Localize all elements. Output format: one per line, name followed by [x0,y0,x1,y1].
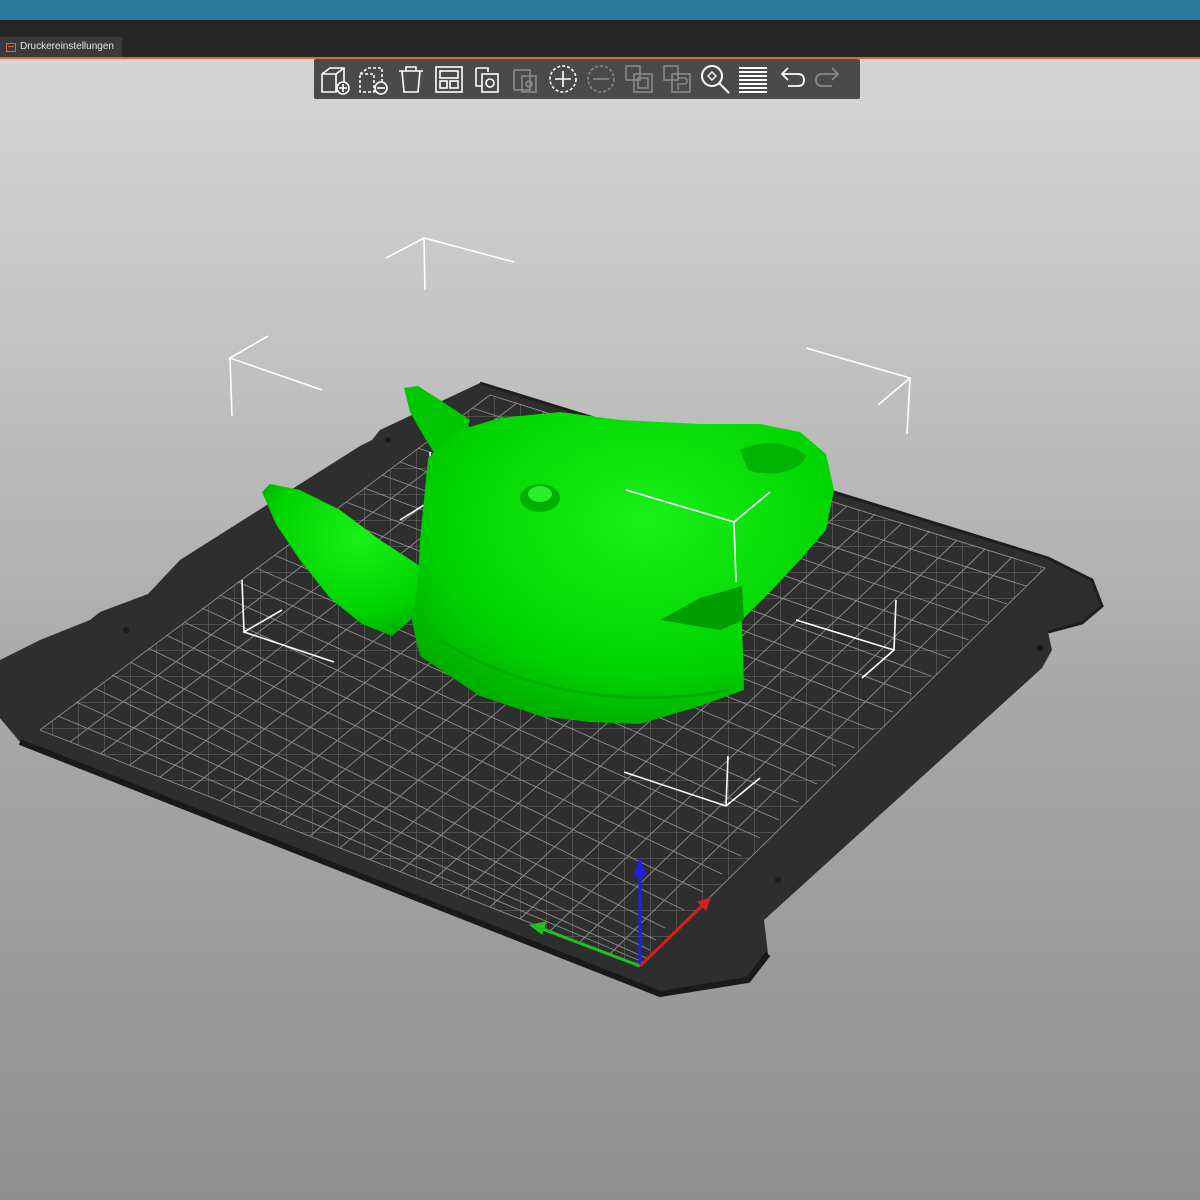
undo-icon [780,67,805,87]
add-cube-icon [321,67,350,95]
split-parts-icon [663,65,691,93]
tab-bar: Druckereinstellungen [0,20,1200,59]
redo-button[interactable] [810,60,848,98]
copy-icon [475,67,499,93]
delete-object-button[interactable] [354,60,392,98]
split-parts-button[interactable] [658,60,696,98]
search-icon [701,65,730,94]
printer-settings-icon [6,42,16,52]
split-objects-button[interactable] [620,60,658,98]
layers-icon [739,67,767,93]
arrange-button[interactable] [430,60,468,98]
tab-printer-settings[interactable]: Druckereinstellungen [0,37,122,57]
tab-label: Druckereinstellungen [20,41,114,52]
undo-button[interactable] [772,60,810,98]
split-objects-icon [625,65,653,93]
copy-button[interactable] [468,60,506,98]
window-title-bar [0,0,1200,20]
remove-instance-button[interactable] [582,60,620,98]
plus-circle-icon [549,65,577,93]
search-button[interactable] [696,60,734,98]
minus-circle-icon [587,65,615,93]
delete-all-button[interactable] [392,60,430,98]
remove-cube-icon [359,67,388,95]
paste-button[interactable] [506,60,544,98]
paste-icon [513,69,537,93]
trash-icon [399,66,423,93]
layers-button[interactable] [734,60,772,98]
main-toolbar [314,59,860,99]
add-object-button[interactable] [316,60,354,98]
arrange-icon [435,66,463,93]
redo-icon [815,67,840,87]
add-instance-button[interactable] [544,60,582,98]
3d-viewport[interactable] [0,59,1200,1200]
